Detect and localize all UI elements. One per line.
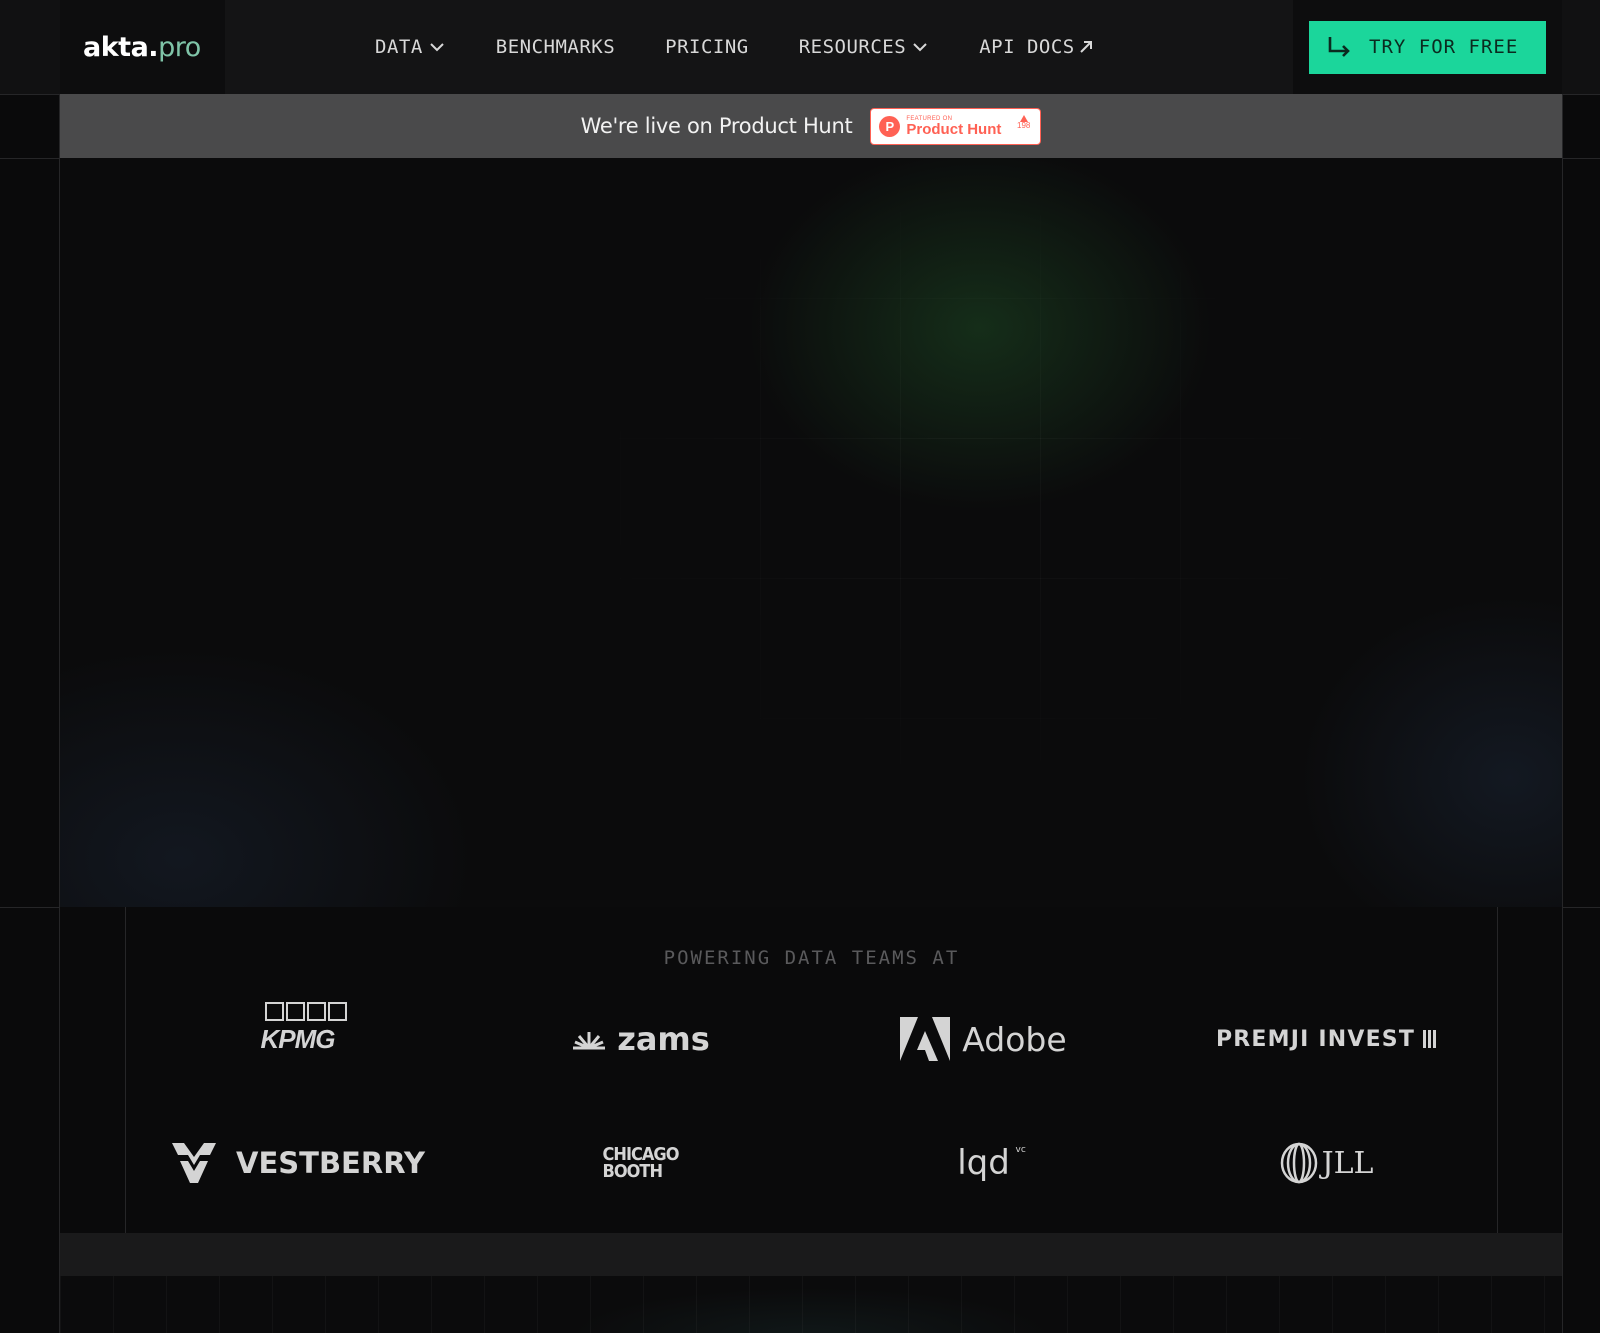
menu-item-benchmarks-label: BENCHMARKS xyxy=(495,36,616,58)
lqd-sup: vc xyxy=(1015,1145,1026,1155)
premji-wordmark: PREMJI INVEST xyxy=(1216,1027,1437,1052)
menu-item-api-docs-label: API DOCS xyxy=(979,36,1075,58)
kpmg-wordmark: KPMG xyxy=(260,1001,347,1055)
logo-accent: pro xyxy=(158,31,201,63)
logo-jll: JLL xyxy=(1155,1123,1498,1203)
logo-chicago-booth: CHICAGO BOOTH xyxy=(469,1123,812,1203)
vestberry-wordmark: VESTBERRY xyxy=(170,1141,425,1185)
kpmg-text: KPMG xyxy=(260,1023,336,1054)
lqd-text: lqd xyxy=(957,1143,1010,1183)
jll-text: JLL xyxy=(1321,1145,1374,1181)
banner-text: We're live on Product Hunt xyxy=(580,114,853,138)
hero-grid-background xyxy=(60,158,1562,907)
product-hunt-badge[interactable]: P FEATURED ON Product Hunt 198 xyxy=(870,107,1042,145)
menu-item-data-label: DATA xyxy=(375,36,423,58)
zams-text: zams xyxy=(617,1020,710,1058)
zams-wordmark: zams xyxy=(571,1020,710,1058)
kpmg-boxes-icon xyxy=(264,1001,347,1021)
external-link-icon xyxy=(1079,41,1092,53)
logo-lqd: lqd vc xyxy=(812,1123,1155,1203)
chicago-booth-line2: BOOTH xyxy=(602,1161,663,1182)
logos-heading: POWERING DATA TEAMS AT xyxy=(663,947,960,969)
page: akta.pro DATA BENCHMARKS PRICING RESOURC… xyxy=(0,0,1600,1333)
badge-vote-count: 198 xyxy=(1017,120,1031,130)
adobe-mark-icon xyxy=(900,1017,951,1061)
section-divider-bar xyxy=(60,1233,1562,1276)
product-hunt-badge-texts: FEATURED ON Product Hunt xyxy=(906,116,1001,137)
chicago-booth-wordmark: CHICAGO BOOTH xyxy=(602,1145,680,1182)
badge-vote: 198 xyxy=(1017,114,1031,131)
vestberry-mark-icon xyxy=(172,1143,217,1183)
main-menu: DATA BENCHMARKS PRICING RESOURCES API DO… xyxy=(375,0,1093,94)
cta-container: TRY FOR FREE xyxy=(1293,0,1562,94)
adobe-wordmark: Adobe xyxy=(900,1017,1067,1061)
lqd-wordmark: lqd vc xyxy=(957,1143,1026,1183)
product-hunt-banner: We're live on Product Hunt P FEATURED ON… xyxy=(60,94,1562,158)
logo-premji-invest: PREMJI INVEST xyxy=(1155,999,1498,1079)
try-for-free-button[interactable]: TRY FOR FREE xyxy=(1309,20,1546,74)
jll-wordmark: JLL xyxy=(1280,1142,1374,1184)
try-for-free-label: TRY FOR FREE xyxy=(1369,36,1519,58)
footer-grid-background xyxy=(60,1276,1562,1333)
guide-line-right xyxy=(1562,0,1563,1333)
arrow-turn-right-icon xyxy=(1328,37,1350,57)
logo-link[interactable]: akta.pro xyxy=(60,0,225,94)
logo-main: akta. xyxy=(83,31,159,63)
zams-sunrise-icon xyxy=(573,1032,606,1050)
menu-item-api-docs[interactable]: API DOCS xyxy=(979,36,1093,58)
top-nav: akta.pro DATA BENCHMARKS PRICING RESOURC… xyxy=(0,0,1600,94)
jll-globe-icon xyxy=(1280,1142,1317,1184)
chevron-down-icon xyxy=(430,42,444,51)
customer-logos-section: POWERING DATA TEAMS AT KPMG zams Adobe P… xyxy=(60,907,1562,1233)
logo-zams: zams xyxy=(469,999,812,1079)
badge-product-hunt-text: Product Hunt xyxy=(906,120,1002,138)
logo-vestberry: VESTBERRY xyxy=(126,1123,469,1203)
premji-text: PREMJI INVEST xyxy=(1215,1026,1416,1052)
chevron-down-icon xyxy=(913,42,927,51)
menu-item-resources-label: RESOURCES xyxy=(798,36,907,58)
menu-item-pricing[interactable]: PRICING xyxy=(665,36,749,58)
vestberry-text: VESTBERRY xyxy=(236,1146,425,1180)
premji-bars-icon xyxy=(1423,1030,1437,1048)
adobe-text: Adobe xyxy=(962,1019,1067,1059)
customer-logos-grid: POWERING DATA TEAMS AT KPMG zams Adobe P… xyxy=(125,907,1498,1233)
hero-section xyxy=(60,158,1562,907)
logo: akta.pro xyxy=(83,32,201,63)
menu-item-resources[interactable]: RESOURCES xyxy=(799,36,927,58)
next-section-preview xyxy=(60,1276,1562,1333)
menu-item-benchmarks[interactable]: BENCHMARKS xyxy=(496,36,615,58)
menu-item-data[interactable]: DATA xyxy=(375,36,444,58)
product-hunt-icon: P xyxy=(879,115,901,137)
logo-kpmg: KPMG xyxy=(126,999,469,1079)
logo-adobe: Adobe xyxy=(812,999,1155,1079)
menu-item-pricing-label: PRICING xyxy=(665,36,749,58)
